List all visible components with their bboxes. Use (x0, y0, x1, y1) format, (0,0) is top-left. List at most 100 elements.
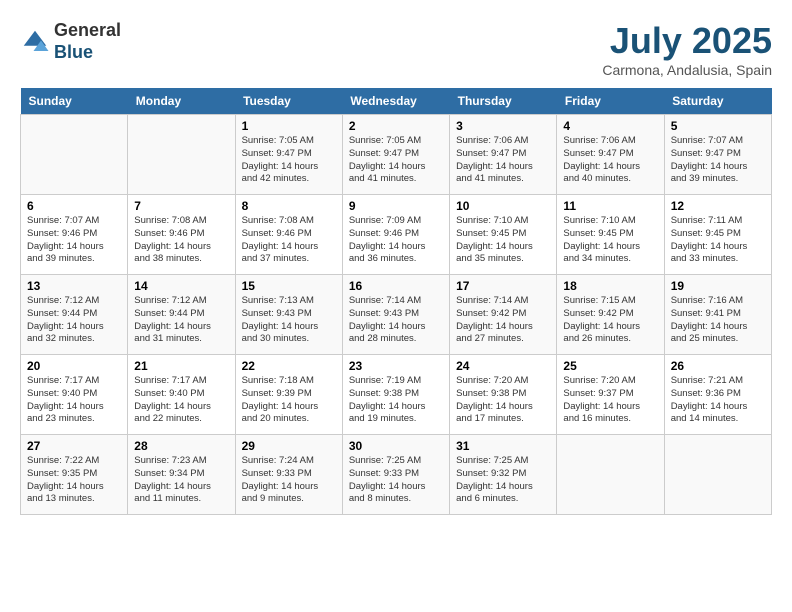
calendar-cell: 25 Sunrise: 7:20 AM Sunset: 9:37 PM Dayli… (557, 355, 664, 435)
day-content: Sunrise: 7:17 AM Sunset: 9:40 PM Dayligh… (134, 375, 228, 426)
day-number: 18 (563, 279, 657, 293)
calendar-cell: 3 Sunrise: 7:06 AM Sunset: 9:47 PM Daylig… (450, 115, 557, 195)
calendar-week-row: 13 Sunrise: 7:12 AM Sunset: 9:44 PM Dayli… (21, 275, 772, 355)
day-content: Sunrise: 7:09 AM Sunset: 9:46 PM Dayligh… (349, 215, 443, 266)
day-content: Sunrise: 7:20 AM Sunset: 9:37 PM Dayligh… (563, 375, 657, 426)
day-content: Sunrise: 7:14 AM Sunset: 9:43 PM Dayligh… (349, 295, 443, 346)
day-number: 14 (134, 279, 228, 293)
day-number: 5 (671, 119, 765, 133)
day-number: 23 (349, 359, 443, 373)
calendar-cell: 15Sunrise: 7:13 AM Sunset: 9:43 PM Dayli… (235, 275, 342, 355)
day-number: 21 (134, 359, 228, 373)
calendar-header-row: SundayMondayTuesdayWednesdayThursdayFrid… (21, 88, 772, 115)
calendar-cell: 28 Sunrise: 7:23 AM Sunset: 9:34 PM Dayli… (128, 435, 235, 515)
calendar-cell: 7 Sunrise: 7:08 AM Sunset: 9:46 PM Daylig… (128, 195, 235, 275)
calendar-cell: 4 Sunrise: 7:06 AM Sunset: 9:47 PM Daylig… (557, 115, 664, 195)
location-subtitle: Carmona, Andalusia, Spain (602, 62, 772, 78)
day-content: Sunrise: 7:18 AM Sunset: 9:39 PM Dayligh… (242, 375, 336, 426)
calendar-cell: 22 Sunrise: 7:18 AM Sunset: 9:39 PM Dayli… (235, 355, 342, 435)
day-content: Sunrise: 7:07 AM Sunset: 9:46 PM Dayligh… (27, 215, 121, 266)
calendar-cell: 9 Sunrise: 7:09 AM Sunset: 9:46 PM Daylig… (342, 195, 449, 275)
day-number: 2 (349, 119, 443, 133)
calendar-cell: 20Sunrise: 7:17 AM Sunset: 9:40 PM Dayli… (21, 355, 128, 435)
day-content: Sunrise: 7:15 AM Sunset: 9:42 PM Dayligh… (563, 295, 657, 346)
day-number: 3 (456, 119, 550, 133)
calendar-cell: 27 Sunrise: 7:22 AM Sunset: 9:35 PM Dayli… (21, 435, 128, 515)
calendar-cell (21, 115, 128, 195)
day-content: Sunrise: 7:06 AM Sunset: 9:47 PM Dayligh… (456, 135, 550, 186)
day-content: Sunrise: 7:24 AM Sunset: 9:33 PM Dayligh… (242, 455, 336, 506)
day-content: Sunrise: 7:10 AM Sunset: 9:45 PM Dayligh… (563, 215, 657, 266)
calendar-cell: 31 Sunrise: 7:25 AM Sunset: 9:32 PM Dayli… (450, 435, 557, 515)
logo-blue-text: Blue (54, 42, 93, 62)
calendar-week-row: 1 Sunrise: 7:05 AM Sunset: 9:47 PM Daylig… (21, 115, 772, 195)
calendar-cell: 6 Sunrise: 7:07 AM Sunset: 9:46 PM Daylig… (21, 195, 128, 275)
day-content: Sunrise: 7:12 AM Sunset: 9:44 PM Dayligh… (134, 295, 228, 346)
calendar-week-row: 20 Sunrise: 7:17 AM Sunset: 9:40 PM Dayli… (21, 355, 772, 435)
calendar-cell: 23 Sunrise: 7:19 AM Sunset: 9:38 PM Dayli… (342, 355, 449, 435)
day-number: 27 (27, 439, 121, 453)
day-content: Sunrise: 7:06 AM Sunset: 9:47 PM Dayligh… (563, 135, 657, 186)
day-number: 1 (242, 119, 336, 133)
header-day-sunday: Sunday (21, 88, 128, 115)
calendar-cell: 30 Sunrise: 7:25 AM Sunset: 9:33 PM Dayli… (342, 435, 449, 515)
calendar-cell (128, 115, 235, 195)
calendar-cell: 13Sunrise: 7:12 AM Sunset: 9:44 PM Dayli… (21, 275, 128, 355)
day-number: 24 (456, 359, 550, 373)
header-day-wednesday: Wednesday (342, 88, 449, 115)
day-number: 4 (563, 119, 657, 133)
day-number: 30 (349, 439, 443, 453)
calendar-cell: 1 Sunrise: 7:05 AM Sunset: 9:47 PM Daylig… (235, 115, 342, 195)
calendar-cell: 14 Sunrise: 7:12 AM Sunset: 9:44 PM Dayli… (128, 275, 235, 355)
day-content: Sunrise: 7:20 AM Sunset: 9:38 PM Dayligh… (456, 375, 550, 426)
day-content: Sunrise: 7:25 AM Sunset: 9:33 PM Dayligh… (349, 455, 443, 506)
calendar-cell (557, 435, 664, 515)
day-number: 28 (134, 439, 228, 453)
calendar-cell: 8 Sunrise: 7:08 AM Sunset: 9:46 PM Daylig… (235, 195, 342, 275)
day-number: 15 (242, 279, 336, 293)
day-content: Sunrise: 7:19 AM Sunset: 9:38 PM Dayligh… (349, 375, 443, 426)
calendar-week-row: 6 Sunrise: 7:07 AM Sunset: 9:46 PM Daylig… (21, 195, 772, 275)
day-number: 22 (242, 359, 336, 373)
day-content: Sunrise: 7:21 AM Sunset: 9:36 PM Dayligh… (671, 375, 765, 426)
day-content: Sunrise: 7:05 AM Sunset: 9:47 PM Dayligh… (242, 135, 336, 186)
calendar-cell: 10 Sunrise: 7:10 AM Sunset: 9:45 PM Dayli… (450, 195, 557, 275)
logo-icon (20, 27, 50, 57)
day-content: Sunrise: 7:08 AM Sunset: 9:46 PM Dayligh… (242, 215, 336, 266)
month-year-title: July 2025 (602, 20, 772, 62)
header-day-tuesday: Tuesday (235, 88, 342, 115)
day-number: 10 (456, 199, 550, 213)
day-number: 29 (242, 439, 336, 453)
day-content: Sunrise: 7:08 AM Sunset: 9:46 PM Dayligh… (134, 215, 228, 266)
calendar-cell: 24 Sunrise: 7:20 AM Sunset: 9:38 PM Dayli… (450, 355, 557, 435)
day-content: Sunrise: 7:23 AM Sunset: 9:34 PM Dayligh… (134, 455, 228, 506)
day-number: 7 (134, 199, 228, 213)
day-number: 6 (27, 199, 121, 213)
calendar-cell: 29 Sunrise: 7:24 AM Sunset: 9:33 PM Dayli… (235, 435, 342, 515)
day-content: Sunrise: 7:25 AM Sunset: 9:32 PM Dayligh… (456, 455, 550, 506)
calendar-cell: 2 Sunrise: 7:05 AM Sunset: 9:47 PM Daylig… (342, 115, 449, 195)
day-number: 31 (456, 439, 550, 453)
header-day-monday: Monday (128, 88, 235, 115)
calendar-cell (664, 435, 771, 515)
day-number: 20 (27, 359, 121, 373)
calendar-cell: 12Sunrise: 7:11 AM Sunset: 9:45 PM Dayli… (664, 195, 771, 275)
day-content: Sunrise: 7:22 AM Sunset: 9:35 PM Dayligh… (27, 455, 121, 506)
calendar-cell: 16Sunrise: 7:14 AM Sunset: 9:43 PM Dayli… (342, 275, 449, 355)
header-day-saturday: Saturday (664, 88, 771, 115)
day-number: 8 (242, 199, 336, 213)
day-content: Sunrise: 7:10 AM Sunset: 9:45 PM Dayligh… (456, 215, 550, 266)
day-content: Sunrise: 7:14 AM Sunset: 9:42 PM Dayligh… (456, 295, 550, 346)
day-number: 25 (563, 359, 657, 373)
calendar-cell: 19Sunrise: 7:16 AM Sunset: 9:41 PM Dayli… (664, 275, 771, 355)
day-number: 13 (27, 279, 121, 293)
logo: General Blue (20, 20, 121, 63)
day-number: 17 (456, 279, 550, 293)
day-content: Sunrise: 7:07 AM Sunset: 9:47 PM Dayligh… (671, 135, 765, 186)
day-number: 12 (671, 199, 765, 213)
day-content: Sunrise: 7:05 AM Sunset: 9:47 PM Dayligh… (349, 135, 443, 186)
calendar-cell: 21 Sunrise: 7:17 AM Sunset: 9:40 PM Dayli… (128, 355, 235, 435)
day-number: 9 (349, 199, 443, 213)
title-block: July 2025 Carmona, Andalusia, Spain (602, 20, 772, 78)
day-number: 26 (671, 359, 765, 373)
